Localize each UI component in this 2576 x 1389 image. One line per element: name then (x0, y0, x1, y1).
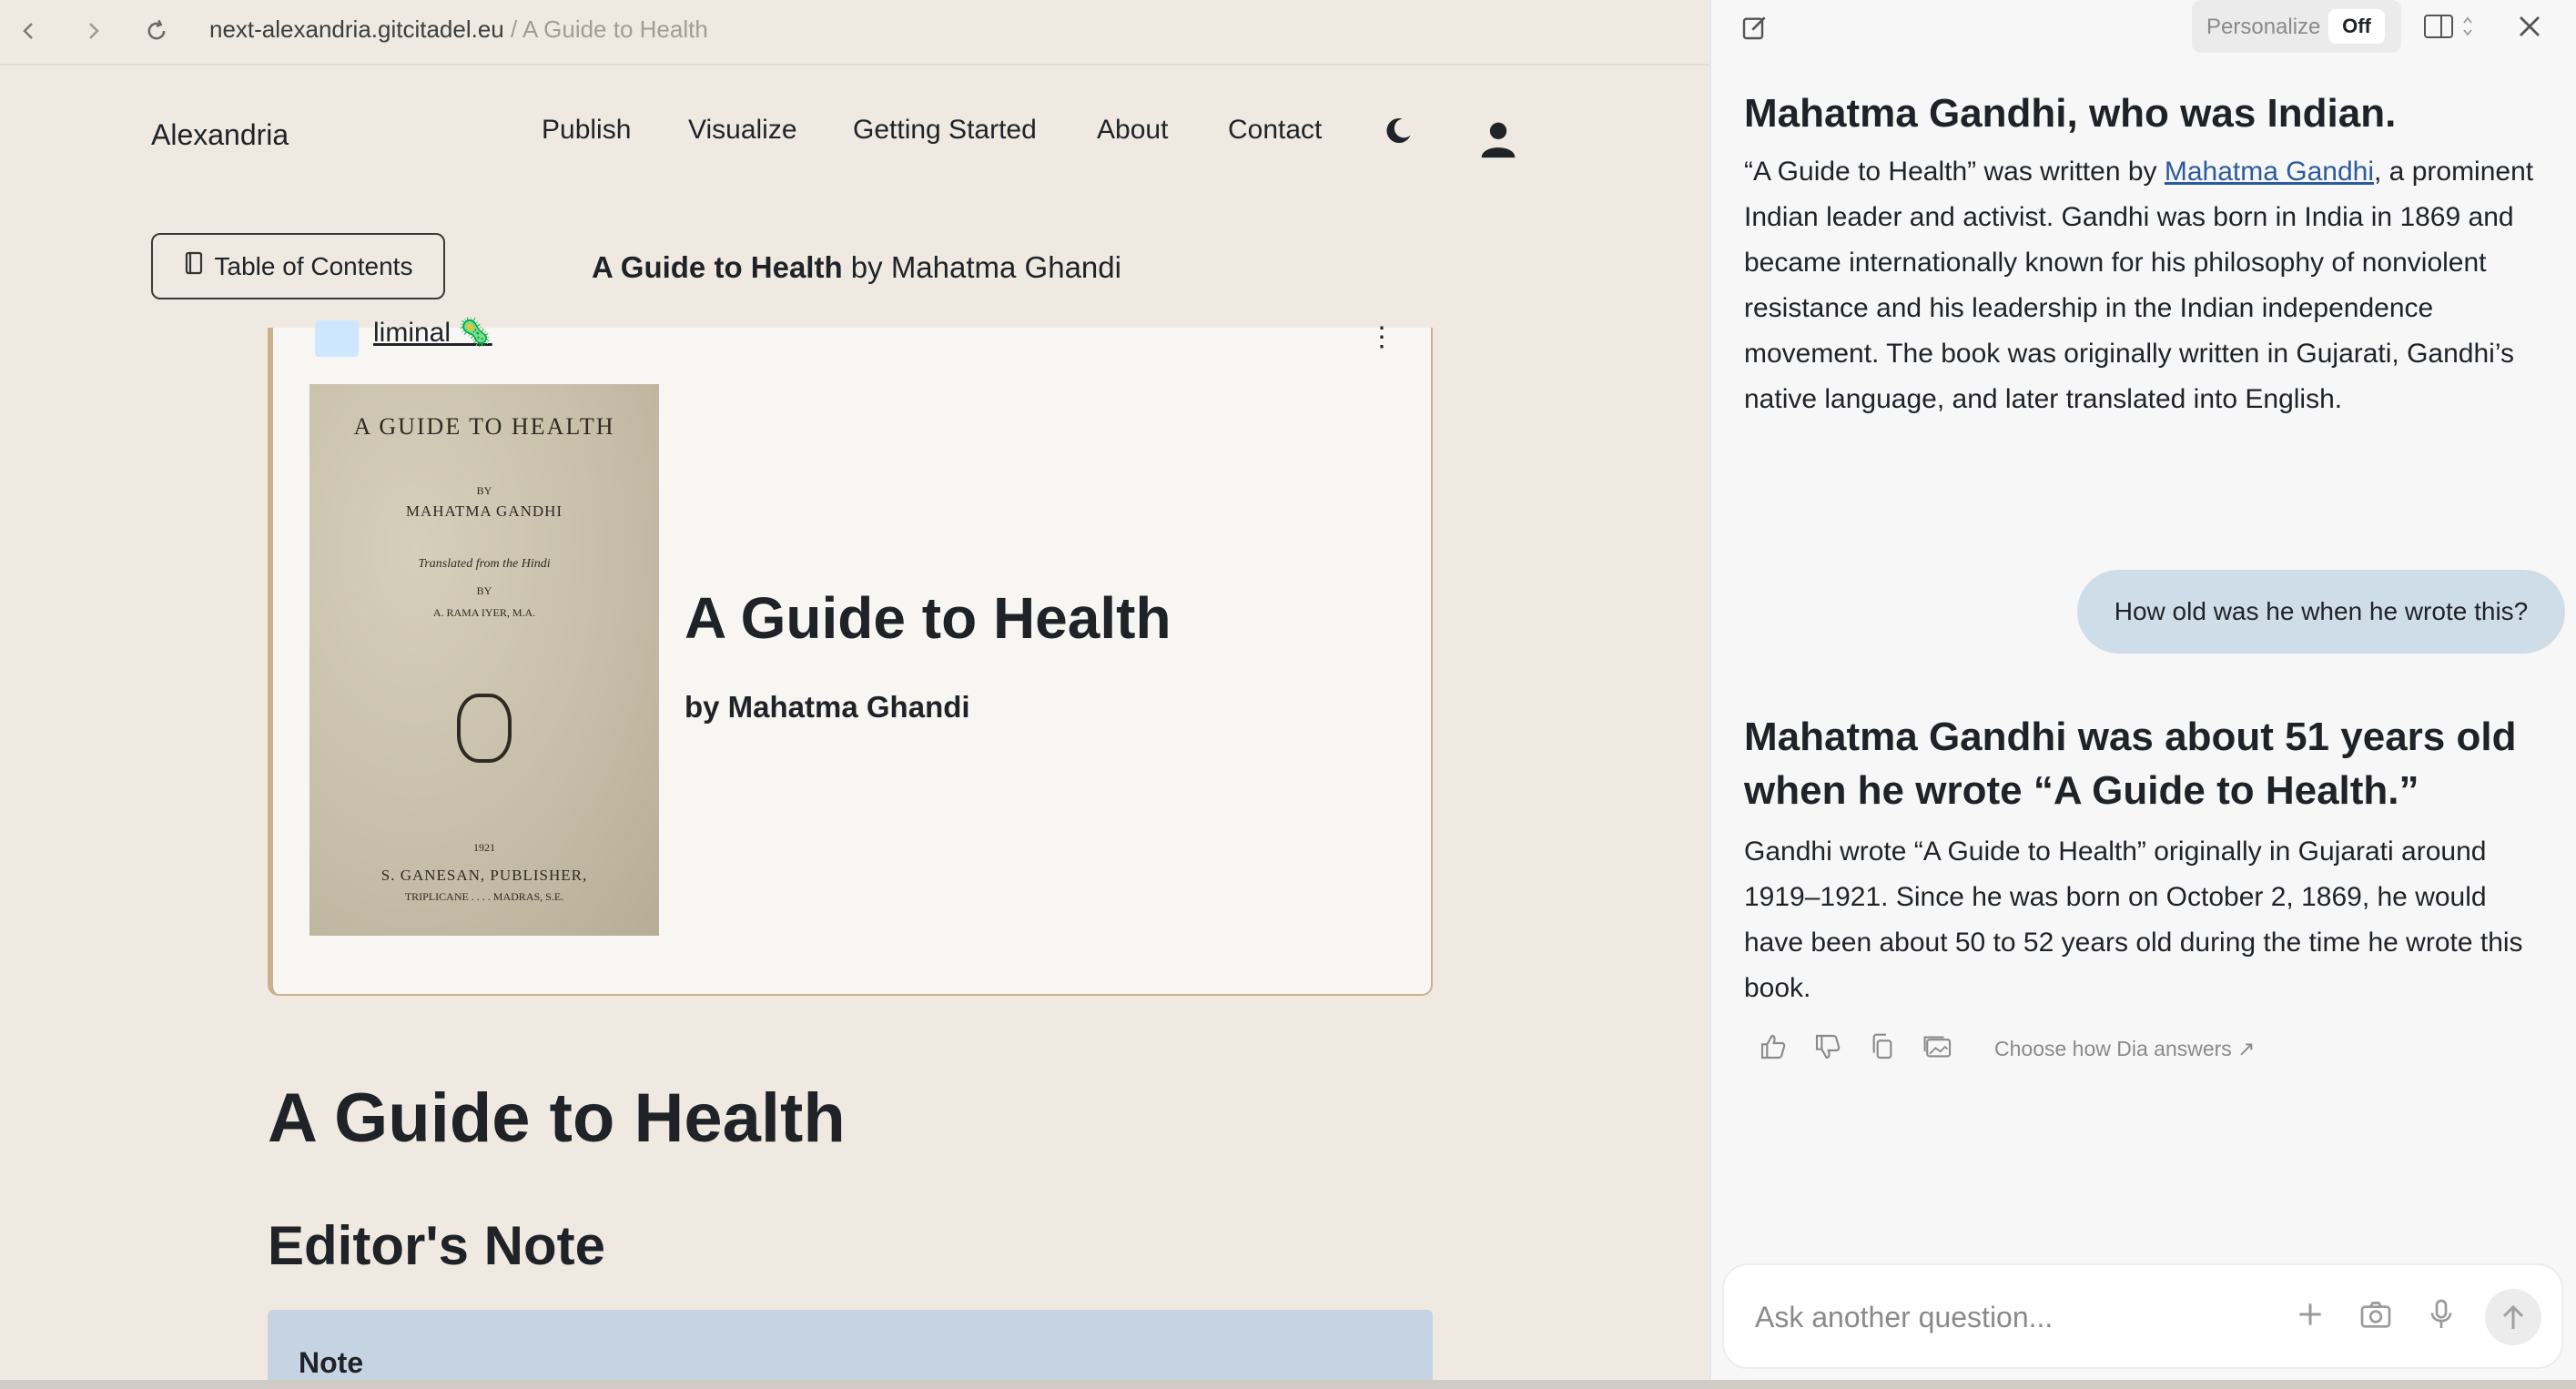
cover-by2-text: BY (476, 584, 492, 597)
copy-icon[interactable] (1868, 1032, 1904, 1069)
choose-how-dia-answers-link[interactable]: Choose how Dia answers ↗ (1994, 1037, 2255, 1061)
personalize-state: Off (2328, 9, 2385, 44)
assistant-sidebar: Personalize Off The writer of “A Guide t… (1709, 0, 2576, 1380)
publication-card: liminal 🦠 ⋮ A GUIDE TO HEALTH BY MAHATMA… (268, 318, 1433, 996)
book-cover-image: A GUIDE TO HEALTH BY MAHATMA GANDHI Tran… (309, 384, 659, 936)
nav-visualize[interactable]: Visualize (688, 115, 797, 146)
cover-publisher-text: S. GANESAN, PUBLISHER, (380, 867, 588, 884)
nav-about[interactable]: About (1097, 115, 1168, 146)
microphone-icon[interactable] (2423, 1296, 2463, 1336)
new-chat-icon[interactable] (1740, 13, 1771, 44)
document-heading: A Guide to Health by Mahatma Ghandi (592, 250, 1121, 285)
author-avatar[interactable] (315, 320, 359, 357)
pane-divider[interactable] (1709, 0, 1711, 1380)
section-heading: Editor's Note (268, 1215, 605, 1276)
answer1-text-start: “A Guide to Health” was written by (1744, 157, 2165, 187)
browser-toolbar: next-alexandria.gitcitadel.eu / A Guide … (0, 0, 1709, 66)
note-callout: Note (268, 1310, 1433, 1380)
thumbs-down-icon[interactable] (1813, 1032, 1850, 1069)
personalize-label: Personalize (2206, 15, 2321, 39)
browser-content-pane: next-alexandria.gitcitadel.eu / A Guide … (0, 0, 1709, 1380)
send-button[interactable] (2485, 1289, 2541, 1345)
document-heading-author: by Mahatma Ghandi (842, 250, 1121, 284)
answer1-text-end: , a prominent Indian leader and activist… (1744, 157, 2534, 414)
book-icon (184, 251, 204, 281)
cover-emblem (457, 694, 512, 763)
thumbs-up-icon[interactable] (1759, 1032, 1795, 1069)
back-icon[interactable] (11, 13, 47, 49)
nav-publish[interactable]: Publish (542, 115, 631, 146)
ask-input-box (1722, 1263, 2563, 1369)
article-title: A Guide to Health (268, 1080, 846, 1157)
book-author: by Mahatma Ghandi (685, 690, 970, 724)
author-link[interactable]: liminal 🦠 (373, 317, 492, 349)
image-share-icon[interactable] (1922, 1032, 1959, 1069)
dark-mode-moon-icon[interactable] (1382, 115, 1415, 147)
document-heading-title: A Guide to Health (592, 250, 843, 284)
chevron-updown-icon[interactable] (2461, 15, 2476, 40)
url-path: / A Guide to Health (503, 15, 708, 43)
window-bottom-edge (0, 1380, 2576, 1389)
personalize-toggle[interactable]: Personalize Off (2192, 0, 2401, 53)
cover-translated-text: Translated from the Hindi (418, 557, 551, 571)
answer1-body: “A Guide to Health” was written by Mahat… (1744, 149, 2545, 422)
close-icon[interactable] (2516, 13, 2545, 42)
answer1-heading: The writer of “A Guide to Health” is Mah… (1744, 37, 2415, 136)
cover-by-text: BY (476, 484, 492, 497)
note-label: Note (299, 1346, 364, 1379)
forward-icon[interactable] (75, 13, 111, 49)
site-brand[interactable]: Alexandria (151, 118, 289, 152)
ask-question-input[interactable] (1753, 1294, 2267, 1340)
answer2-heading: Mahatma Gandhi was about 51 years old wh… (1744, 715, 2517, 813)
sidebar-layout-icon[interactable] (2423, 13, 2458, 42)
book-title: A Guide to Health (685, 585, 1171, 651)
mahatma-gandhi-link[interactable]: Mahatma Gandhi (2165, 157, 2374, 187)
table-of-contents-button[interactable]: Table of Contents (151, 233, 445, 299)
address-bar[interactable]: next-alexandria.gitcitadel.eu / A Guide … (209, 15, 708, 44)
url-domain: next-alexandria.gitcitadel.eu (209, 15, 504, 43)
reload-icon[interactable] (138, 13, 175, 49)
cover-place-text: TRIPLICANE . . . . MADRAS, S.E. (404, 890, 564, 903)
nav-contact[interactable]: Contact (1228, 115, 1322, 146)
arrow-up-icon (2502, 1304, 2524, 1329)
more-options-icon[interactable]: ⋮ (1368, 324, 1395, 351)
user-question-bubble: How old was he when he wrote this? (2077, 570, 2565, 654)
table-of-contents-label: Table of Contents (214, 251, 413, 280)
nav-getting-started[interactable]: Getting Started (853, 115, 1037, 146)
cover-translator-text: A. RAMA IYER, M.A. (432, 606, 536, 619)
camera-icon[interactable] (2358, 1296, 2398, 1336)
answer2-body: Gandhi wrote “A Guide to Health” origina… (1744, 836, 2523, 1003)
user-account-icon[interactable] (1478, 118, 1518, 160)
cover-author-text: MAHATMA GANDHI (405, 502, 563, 520)
plus-icon[interactable] (2292, 1296, 2332, 1336)
cover-year-text: 1921 (473, 841, 495, 854)
cover-title-text: A GUIDE TO HEALTH (353, 413, 615, 440)
